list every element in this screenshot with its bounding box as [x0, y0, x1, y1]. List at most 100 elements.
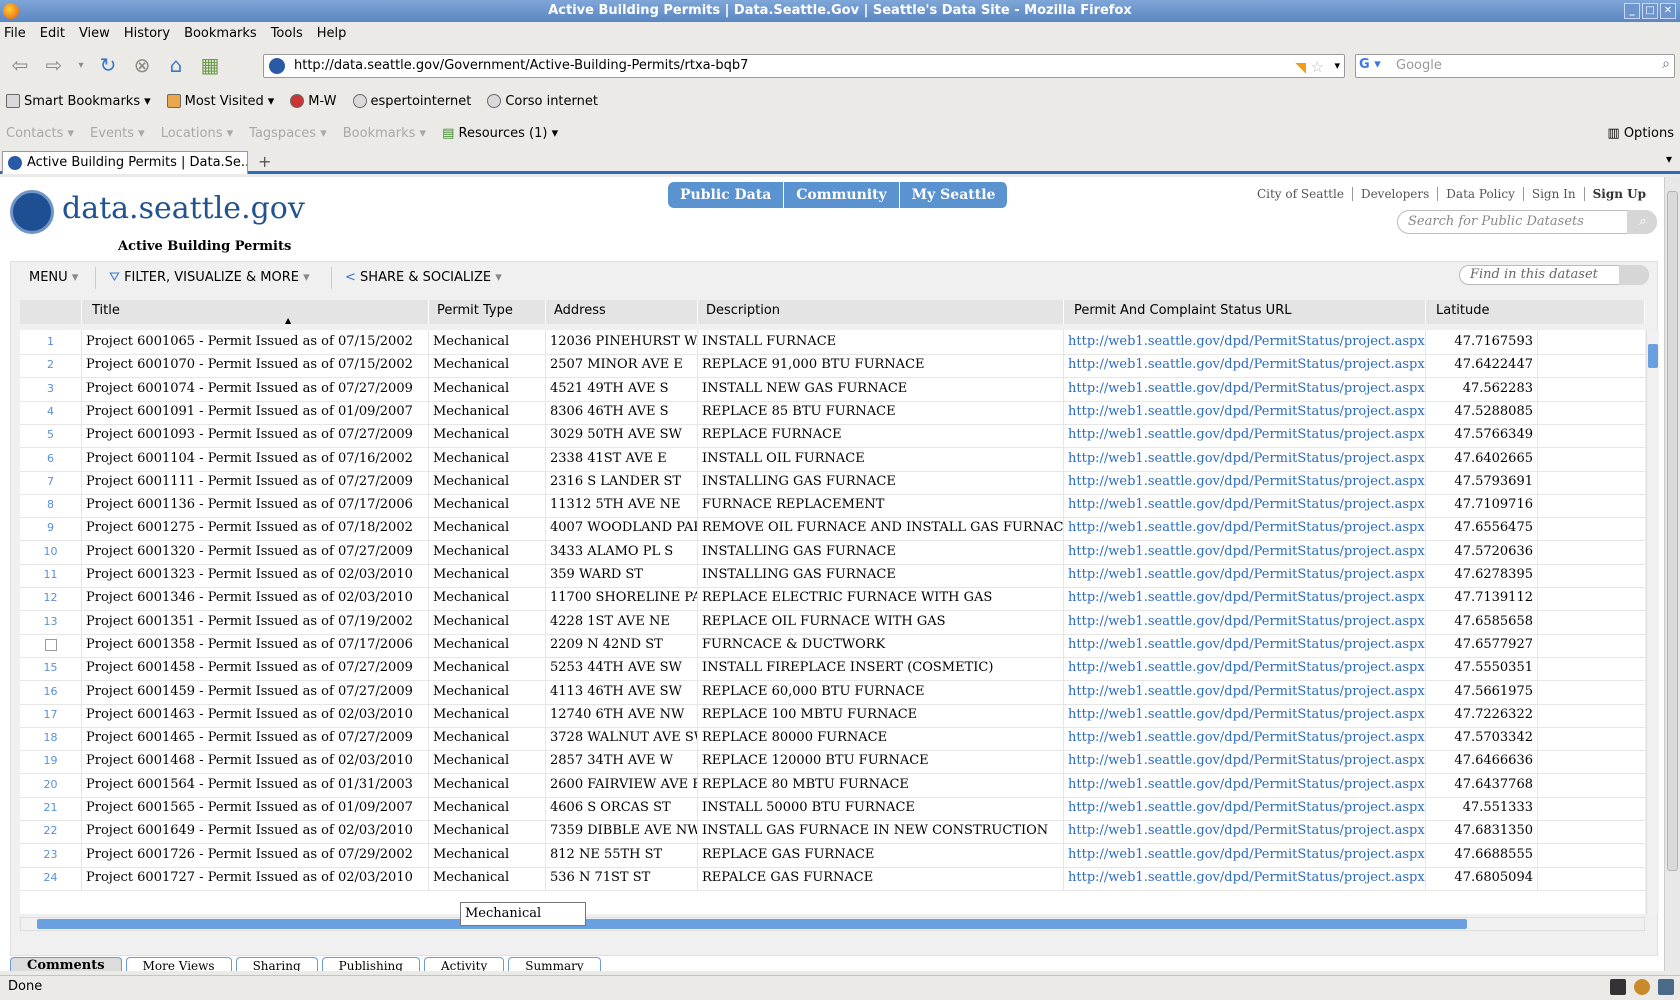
table-row[interactable]: 21 Project 6001565 - Permit Issued as of …: [20, 796, 1645, 821]
page-vertical-scrollbar[interactable]: [1664, 177, 1680, 971]
scroll-thumb[interactable]: [37, 919, 1467, 929]
table-row[interactable]: 13 Project 6001351 - Permit Issued as of …: [20, 609, 1645, 635]
toolbar-resources[interactable]: ▤ Resources (1) ▾: [442, 126, 558, 141]
status-url-link[interactable]: http://web1.seattle.gov/dpd/PermitStatus…: [1064, 423, 1426, 449]
console-icon[interactable]: [1610, 979, 1626, 995]
nav-community[interactable]: Community: [784, 182, 900, 208]
column-header-title[interactable]: Title: [82, 300, 429, 324]
back-icon[interactable]: ⇦: [6, 51, 34, 79]
bookmark-star-icon[interactable]: ☆: [1311, 56, 1324, 78]
status-url-link[interactable]: http://web1.seattle.gov/dpd/PermitStatus…: [1064, 330, 1426, 355]
dataset-search-input[interactable]: Search for Public Datasets ⌕: [1397, 210, 1657, 234]
find-in-dataset-input[interactable]: Find in this dataset: [1459, 265, 1649, 285]
reload-icon[interactable]: ↻: [94, 51, 122, 79]
table-row[interactable]: 10 Project 6001320 - Permit Issued as of …: [20, 539, 1645, 565]
link-sign-up[interactable]: Sign Up: [1583, 187, 1654, 201]
table-row[interactable]: 8 Project 6001136 - Permit Issued as of 0…: [20, 493, 1645, 519]
status-url-link[interactable]: http://web1.seattle.gov/dpd/PermitStatus…: [1064, 563, 1426, 588]
menu-bookmarks[interactable]: Bookmarks: [184, 26, 257, 41]
history-dropdown-icon[interactable]: ▾: [74, 51, 88, 79]
status-url-link[interactable]: http://web1.seattle.gov/dpd/PermitStatus…: [1064, 749, 1426, 775]
forward-icon[interactable]: ⇨: [40, 51, 68, 79]
maximize-icon[interactable]: □: [1642, 3, 1658, 19]
table-row[interactable]: 23 Project 6001726 - Permit Issued as of …: [20, 842, 1645, 868]
seattle-logo-icon[interactable]: [10, 190, 54, 234]
bookmark-m-w[interactable]: M-W: [290, 94, 337, 109]
link-developers[interactable]: Developers: [1351, 187, 1437, 201]
tab-more-views[interactable]: More Views: [125, 957, 232, 971]
tab-activity[interactable]: Activity: [423, 957, 505, 971]
table-row[interactable]: 7 Project 6001111 - Permit Issued as of 0…: [20, 469, 1645, 495]
column-header-latitude[interactable]: Latitude: [1426, 300, 1645, 324]
url-dropdown-icon[interactable]: ▾: [1334, 55, 1340, 77]
scroll-thumb[interactable]: [1648, 344, 1658, 368]
toolbar-tagspaces[interactable]: Tagspaces ▾: [249, 126, 327, 141]
status-url-link[interactable]: http://web1.seattle.gov/dpd/PermitStatus…: [1064, 539, 1426, 565]
toolbar-bookmarks[interactable]: Bookmarks ▾: [343, 126, 426, 141]
share-socialize-button[interactable]: < SHARE & SOCIALIZE ▾: [345, 270, 502, 285]
bookmark-espertointernet[interactable]: espertointernet: [352, 94, 471, 109]
status-url-link[interactable]: http://web1.seattle.gov/dpd/PermitStatus…: [1064, 865, 1426, 891]
status-url-link[interactable]: http://web1.seattle.gov/dpd/PermitStatus…: [1064, 819, 1426, 845]
status-url-link[interactable]: http://web1.seattle.gov/dpd/PermitStatus…: [1064, 609, 1426, 635]
link-city-of-seattle[interactable]: City of Seattle: [1249, 187, 1352, 201]
status-url-link[interactable]: http://web1.seattle.gov/dpd/PermitStatus…: [1064, 446, 1426, 472]
table-row[interactable]: 17 Project 6001463 - Permit Issued as of …: [20, 702, 1645, 728]
status-url-link[interactable]: http://web1.seattle.gov/dpd/PermitStatus…: [1064, 353, 1426, 379]
home-icon[interactable]: ⌂: [162, 51, 190, 79]
status-url-link[interactable]: http://web1.seattle.gov/dpd/PermitStatus…: [1064, 632, 1426, 658]
status-url-link[interactable]: http://web1.seattle.gov/dpd/PermitStatus…: [1064, 772, 1426, 798]
menu-tools[interactable]: Tools: [271, 26, 303, 41]
table-row[interactable]: 6 Project 6001104 - Permit Issued as of 0…: [20, 446, 1645, 472]
table-row[interactable]: 5 Project 6001093 - Permit Issued as of 0…: [20, 423, 1645, 449]
menu-edit[interactable]: Edit: [40, 26, 65, 41]
minimize-icon[interactable]: _: [1624, 3, 1640, 19]
search-bar[interactable]: G ▾ Google ⌕: [1355, 54, 1675, 78]
nav-public-data[interactable]: Public Data: [668, 182, 785, 208]
status-url-link[interactable]: http://web1.seattle.gov/dpd/PermitStatus…: [1064, 399, 1426, 425]
scroll-thumb[interactable]: [1667, 191, 1678, 871]
table-row[interactable]: 1 Project 6001065 - Permit Issued as of 0…: [20, 330, 1645, 355]
status-url-link[interactable]: http://web1.seattle.gov/dpd/PermitStatus…: [1064, 656, 1426, 682]
tab-publishing[interactable]: Publishing: [321, 957, 420, 971]
link-sign-in[interactable]: Sign In: [1522, 187, 1584, 201]
table-row[interactable]: 4 Project 6001091 - Permit Issued as of 0…: [20, 399, 1645, 425]
nav-my-seattle[interactable]: My Seattle: [899, 182, 1009, 208]
tab-sharing[interactable]: Sharing: [235, 957, 318, 971]
table-row[interactable]: 20 Project 6001564 - Permit Issued as of …: [20, 772, 1645, 798]
status-url-link[interactable]: http://web1.seattle.gov/dpd/PermitStatus…: [1064, 842, 1426, 868]
find-go-icon[interactable]: [1619, 265, 1649, 285]
status-url-link[interactable]: http://web1.seattle.gov/dpd/PermitStatus…: [1064, 702, 1426, 728]
grid-vertical-scrollbar[interactable]: [1646, 330, 1659, 914]
table-row[interactable]: Project 6001358 - Permit Issued as of 07…: [20, 632, 1645, 658]
status-url-link[interactable]: http://web1.seattle.gov/dpd/PermitStatus…: [1064, 516, 1426, 542]
site-logo-text[interactable]: data.seattle.gov: [62, 191, 305, 226]
addon-icon[interactable]: ▦: [196, 51, 224, 79]
status-url-link[interactable]: http://web1.seattle.gov/dpd/PermitStatus…: [1064, 586, 1426, 612]
bookmark-corso-internet[interactable]: Corso internet: [487, 94, 598, 109]
table-row[interactable]: 24 Project 6001727 - Permit Issued as of …: [20, 865, 1645, 891]
toolbar-locations[interactable]: Locations ▾: [161, 126, 233, 141]
table-row[interactable]: 11 Project 6001323 - Permit Issued as of …: [20, 563, 1645, 588]
column-header-description[interactable]: Description: [698, 300, 1064, 324]
stop-icon[interactable]: ⊗: [128, 51, 156, 79]
table-row[interactable]: 22 Project 6001649 - Permit Issued as of …: [20, 819, 1645, 845]
resize-grip-icon[interactable]: [1658, 979, 1674, 995]
table-row[interactable]: 16 Project 6001459 - Permit Issued as of …: [20, 679, 1645, 705]
column-header-permit-type[interactable]: Permit Type: [429, 300, 546, 324]
search-icon[interactable]: ⌕: [1627, 210, 1657, 234]
row-select-checkbox[interactable]: [44, 638, 57, 651]
link-data-policy[interactable]: Data Policy: [1437, 187, 1523, 201]
search-icon[interactable]: ⌕: [1662, 56, 1670, 72]
table-row[interactable]: 12 Project 6001346 - Permit Issued as of …: [20, 586, 1645, 612]
table-row[interactable]: 18 Project 6001465 - Permit Issued as of …: [20, 726, 1645, 752]
site-identity-icon[interactable]: [269, 58, 285, 74]
column-header-address[interactable]: Address: [546, 300, 698, 324]
toolbar-events[interactable]: Events ▾: [90, 126, 145, 141]
options-button[interactable]: ▥ Options: [1607, 126, 1674, 141]
status-url-link[interactable]: http://web1.seattle.gov/dpd/PermitStatus…: [1064, 493, 1426, 519]
tab-list-dropdown-icon[interactable]: ▾: [1666, 152, 1672, 166]
filter-visualize-button[interactable]: ⛛ FILTER, VISUALIZE & MORE ▾: [109, 270, 310, 285]
menu-view[interactable]: View: [79, 26, 110, 41]
status-url-link[interactable]: http://web1.seattle.gov/dpd/PermitStatus…: [1064, 376, 1426, 402]
